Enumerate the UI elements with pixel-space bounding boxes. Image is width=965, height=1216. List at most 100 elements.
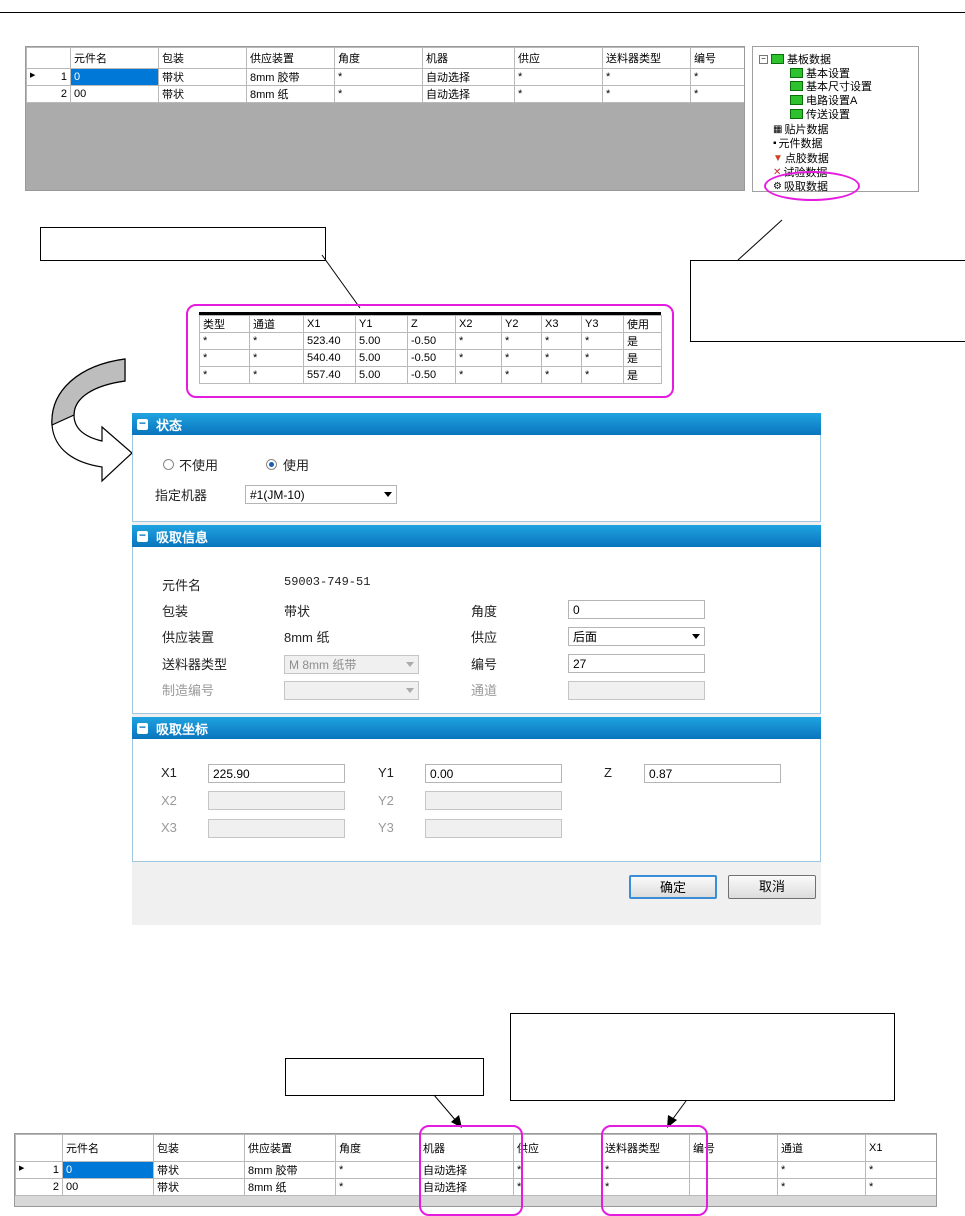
cell[interactable]: * — [865, 1161, 936, 1179]
cell[interactable]: 0 — [62, 1161, 154, 1179]
cell[interactable]: 5.00 — [355, 332, 408, 350]
ok-button[interactable]: 确定 — [629, 875, 717, 899]
pickup-coords-section: X1 225.90 Y1 0.00 Z 0.87 X2 Y2 X3 Y3 — [132, 739, 821, 862]
machine-select[interactable]: #1(JM-10) — [245, 485, 397, 504]
collapse-icon[interactable]: − — [137, 417, 148, 430]
status-section-header[interactable]: − 状态 — [132, 413, 821, 435]
cell[interactable]: 带状 — [153, 1178, 245, 1196]
row-number[interactable]: 2 — [15, 1178, 63, 1196]
cell[interactable]: 00 — [62, 1178, 154, 1196]
cell[interactable]: -0.50 — [407, 332, 456, 350]
cell[interactable]: * — [513, 1161, 602, 1179]
number-input[interactable]: 27 — [568, 654, 705, 673]
cell[interactable]: * — [455, 366, 502, 384]
chevron-down-icon — [384, 492, 392, 497]
col-header[interactable]: 供应装置 — [244, 1134, 336, 1162]
cell[interactable]: * — [581, 332, 624, 350]
angle-input[interactable]: 0 — [568, 600, 705, 619]
cell[interactable]: -0.50 — [407, 366, 456, 384]
collapse-icon[interactable]: − — [137, 721, 148, 734]
x2-input — [208, 791, 345, 810]
machine-column-highlight — [419, 1125, 523, 1216]
cell[interactable]: -0.50 — [407, 349, 456, 367]
cell[interactable]: 5.00 — [355, 366, 408, 384]
cell[interactable]: * — [199, 349, 250, 367]
cell[interactable]: * — [501, 349, 542, 367]
cell[interactable]: 5.00 — [355, 349, 408, 367]
cell[interactable]: 540.40 — [303, 349, 356, 367]
cell[interactable]: * — [199, 366, 250, 384]
col-header[interactable]: 包装 — [153, 1134, 245, 1162]
y2-input — [425, 791, 562, 810]
cell[interactable]: * — [455, 349, 502, 367]
col-header[interactable]: Z — [407, 315, 456, 333]
cell[interactable]: 是 — [623, 332, 662, 350]
col-header[interactable]: 角度 — [335, 1134, 420, 1162]
pickup-coords-section-header[interactable]: − 吸取坐标 — [132, 717, 821, 739]
cell[interactable]: * — [501, 366, 542, 384]
col-header[interactable]: 通道 — [777, 1134, 866, 1162]
col-header[interactable]: X3 — [541, 315, 582, 333]
cell[interactable]: 557.40 — [303, 366, 356, 384]
col-header[interactable]: 供应 — [513, 1134, 602, 1162]
pack-label: 包装 — [162, 604, 189, 619]
cell[interactable]: * — [865, 1178, 936, 1196]
feeder-value: 8mm 纸 — [284, 630, 330, 645]
radio-unused[interactable] — [163, 459, 174, 470]
cell[interactable]: * — [541, 366, 582, 384]
part-name-value: 59003-749-51 — [284, 575, 371, 589]
feeder-label: 供应装置 — [162, 630, 215, 645]
cell[interactable]: 8mm 胶带 — [244, 1161, 336, 1179]
cancel-button[interactable]: 取消 — [728, 875, 816, 899]
cell[interactable]: * — [335, 1178, 420, 1196]
cell[interactable]: 带状 — [153, 1161, 245, 1179]
cell[interactable]: * — [581, 349, 624, 367]
col-header[interactable]: 使用 — [623, 315, 662, 333]
z-label: Z — [604, 765, 612, 780]
cell[interactable]: * — [513, 1178, 602, 1196]
radio-used-label[interactable]: 使用 — [283, 455, 309, 474]
mfg-no-label: 制造编号 — [162, 683, 215, 698]
cell[interactable]: * — [455, 332, 502, 350]
cell[interactable]: * — [335, 1161, 420, 1179]
col-header[interactable]: X2 — [455, 315, 502, 333]
cell[interactable]: * — [249, 349, 304, 367]
radio-unused-label[interactable]: 不使用 — [179, 455, 218, 474]
col-header[interactable]: 通道 — [249, 315, 304, 333]
col-header[interactable]: Y2 — [501, 315, 542, 333]
supply-select[interactable]: 后面 — [568, 627, 705, 646]
cell[interactable]: * — [199, 332, 250, 350]
collapse-icon[interactable]: − — [137, 529, 148, 542]
cell[interactable]: 是 — [623, 366, 662, 384]
col-header[interactable]: X1 — [865, 1134, 936, 1162]
cell[interactable]: 是 — [623, 349, 662, 367]
radio-used[interactable] — [266, 459, 277, 470]
status-section: 不使用 使用 指定机器 #1(JM-10) — [132, 435, 821, 522]
cell[interactable]: * — [249, 332, 304, 350]
number-label: 编号 — [471, 657, 498, 672]
cell[interactable]: * — [501, 332, 542, 350]
z-input[interactable]: 0.87 — [644, 764, 781, 783]
col-header[interactable]: X1 — [303, 315, 356, 333]
cell[interactable]: 523.40 — [303, 332, 356, 350]
cell[interactable]: * — [249, 366, 304, 384]
col-header[interactable]: 元件名 — [62, 1134, 154, 1162]
cell[interactable]: * — [541, 349, 582, 367]
cell[interactable]: * — [581, 366, 624, 384]
table-row[interactable]: * * 523.40 5.00 -0.50 * * * * 是 — [199, 332, 662, 350]
row-header-corner — [15, 1134, 63, 1162]
col-header[interactable]: Y3 — [581, 315, 624, 333]
cell[interactable]: * — [777, 1178, 866, 1196]
cell[interactable]: 8mm 纸 — [244, 1178, 336, 1196]
x1-input[interactable]: 225.90 — [208, 764, 345, 783]
table-row[interactable]: * * 557.40 5.00 -0.50 * * * * 是 — [199, 366, 662, 384]
table-row[interactable]: * * 540.40 5.00 -0.50 * * * * 是 — [199, 349, 662, 367]
cell[interactable]: * — [777, 1161, 866, 1179]
cell[interactable]: * — [541, 332, 582, 350]
pickup-info-section-header[interactable]: − 吸取信息 — [132, 525, 821, 547]
col-header[interactable]: Y1 — [355, 315, 408, 333]
machine-label: 指定机器 — [155, 488, 208, 503]
y1-input[interactable]: 0.00 — [425, 764, 562, 783]
row-number[interactable]: ▶ 1 — [15, 1161, 63, 1179]
col-header[interactable]: 类型 — [199, 315, 250, 333]
